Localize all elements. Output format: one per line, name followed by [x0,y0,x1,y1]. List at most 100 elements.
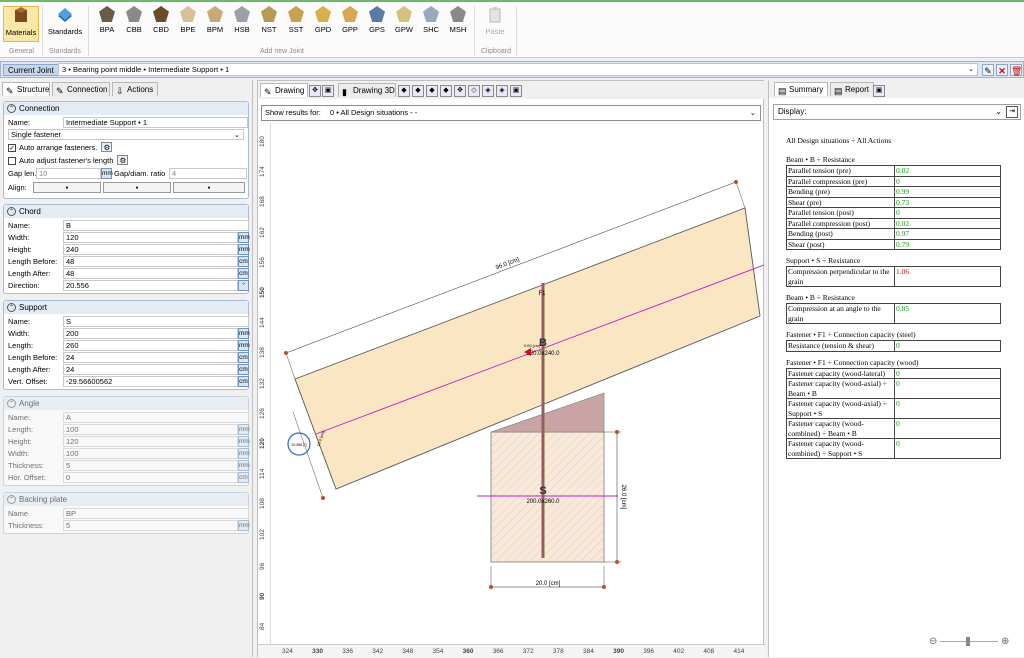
tab-drawing-3d[interactable]: ▮ Drawing 3D [338,83,396,97]
joint-button-gpp[interactable]: GPP [337,6,363,42]
joint-button-hsb[interactable]: HSB [229,6,255,42]
joint-button-gps[interactable]: GPS [364,6,390,42]
joint-button-cbb[interactable]: CBB [121,6,147,42]
angle-unit-button[interactable]: mm [238,448,250,459]
connection-name-field[interactable]: Intermediate Support • 1 [63,117,248,128]
cube-side-icon[interactable]: ◆ [426,85,438,97]
align-left-button[interactable]: ▪ [33,182,101,193]
settings-icon[interactable]: ⚙ [117,155,129,165]
support-field-input[interactable]: -29.56600562 [63,376,238,387]
collapse-icon[interactable]: ⌃ [7,104,16,113]
fit-view-icon[interactable]: ✥ [309,85,321,97]
support-field-input[interactable]: 24 [63,364,238,375]
angle-unit-button[interactable]: mm [238,436,250,447]
gap-ratio-field[interactable]: 4 [169,168,247,179]
tab-connection[interactable]: ✎ Connection [52,82,110,96]
support-unit-button[interactable]: cm [238,352,249,363]
zoom-thumb[interactable] [966,636,971,646]
save-report-icon[interactable]: ▣ [873,85,885,97]
backing-field-input[interactable]: 5 [63,520,238,531]
joint-drawing[interactable]: 96.0 [cm] 20.0 [cm] 26.0 [cm] 20.556 [°]… [272,123,764,643]
tab-actions[interactable]: ⇩ Actions [112,82,158,96]
support-field-input[interactable]: S [63,316,249,327]
align-right-button[interactable]: ▪ [173,182,245,193]
zoom-in-icon[interactable]: ⊕ [1001,636,1009,647]
zoom-out-icon[interactable]: ⊖ [929,636,937,647]
support-field-input[interactable]: 200 [63,328,238,339]
angle-unit-button[interactable]: mm [238,424,250,435]
chord-field-input[interactable]: B [63,220,249,231]
chord-unit-button[interactable]: ° [238,280,249,291]
gap-len-field[interactable]: 10 [36,168,101,179]
connection-header[interactable]: ⌃ Connection [4,102,248,115]
joint-button-bpm[interactable]: BPM [202,6,228,42]
joint-button-cbd[interactable]: CBD [148,6,174,42]
materials-button[interactable]: Materials [3,6,39,42]
close-joint-icon[interactable]: ✕ [996,64,1008,76]
chord-header[interactable]: ⌃ Chord [4,205,248,218]
chord-field-input[interactable]: 20.556 [63,280,238,291]
save-icon[interactable]: ▣ [322,85,334,97]
cube-top-icon[interactable]: ◆ [412,85,424,97]
backing-field-input[interactable]: BP [63,508,249,519]
tab-summary[interactable]: ▤ Summary [774,82,828,96]
backing-unit-button[interactable]: mm [238,520,250,531]
edit-joint-icon[interactable]: ✎ [982,64,994,76]
angle-unit-button[interactable]: cm [238,472,249,483]
chevron-down-icon[interactable]: ⌄ [968,64,974,76]
support-unit-button[interactable]: mm [238,328,250,339]
collapse-icon[interactable]: ⌃ [7,399,16,408]
move-icon[interactable]: ✥ [454,85,466,97]
chord-field-input[interactable]: 48 [63,256,238,267]
save-3d-icon[interactable]: ▣ [510,85,522,97]
chord-unit-button[interactable]: cm [238,256,249,267]
angle-unit-button[interactable]: mm [238,460,250,471]
joint-button-gpd[interactable]: GPD [310,6,336,42]
angle-header[interactable]: ⌃ Angle [4,397,248,410]
chord-field-input[interactable]: 240 [63,244,238,255]
angle-field-input[interactable]: 5 [63,460,238,471]
collapse-icon[interactable]: ⌃ [7,303,16,312]
display-select[interactable]: Display: ⌄ ⇥ [773,104,1021,120]
tab-drawing[interactable]: ✎ Drawing [260,83,308,97]
angle-field-input[interactable]: 0 [63,472,238,483]
cube-wire-icon[interactable]: ◇ [468,85,480,97]
auto-adjust-checkbox[interactable] [8,157,16,166]
show-results-select[interactable]: Show results for: 0 • All Design situati… [261,105,761,121]
angle-field-input[interactable]: A [63,412,249,423]
auto-arrange-checkbox[interactable]: ✓ [8,144,16,153]
joint-button-msh[interactable]: MSH [445,6,471,42]
support-header[interactable]: ⌃ Support [4,301,248,314]
zoom-track[interactable] [940,636,999,646]
tab-report[interactable]: ▤ Report [830,82,874,96]
support-unit-button[interactable]: cm [238,376,249,387]
collapse-icon[interactable]: ⌃ [7,495,16,504]
current-joint-select[interactable]: 3 • Bearing point middle • Intermediate … [58,63,978,76]
joint-button-bpe[interactable]: BPE [175,6,201,42]
joint-button-bpa[interactable]: BPA [94,6,120,42]
fastener-mode-select[interactable]: Single fastener ⌄ [8,129,244,140]
joint-button-gpw[interactable]: GPW [391,6,417,42]
joint-button-shc[interactable]: SHC [418,6,444,42]
cube-shade-icon[interactable]: ◈ [496,85,508,97]
tab-structure[interactable]: ✎ Structure [2,82,50,96]
chord-field-input[interactable]: 48 [63,268,238,279]
joint-button-nst[interactable]: NST [256,6,282,42]
chord-unit-button[interactable]: cm [238,268,249,279]
angle-field-input[interactable]: 100 [63,448,238,459]
export-icon[interactable]: ⇥ [1006,106,1018,118]
backing-plate-header[interactable]: ⌃ Backing plate [4,493,248,506]
delete-joint-icon[interactable]: 🗑 [1010,64,1022,76]
chord-unit-button[interactable]: mm [238,244,250,255]
settings-icon[interactable]: ⚙ [101,142,113,152]
chord-unit-button[interactable]: mm [238,232,250,243]
joint-button-sst[interactable]: SST [283,6,309,42]
collapse-icon[interactable]: ⌃ [7,207,16,216]
support-field-input[interactable]: 260 [63,340,238,351]
angle-field-input[interactable]: 120 [63,436,238,447]
support-unit-button[interactable]: cm [238,364,249,375]
standards-button[interactable]: Standards [46,6,84,42]
angle-field-input[interactable]: 100 [63,424,238,435]
cube-iso-icon[interactable]: ◆ [440,85,452,97]
align-center-button[interactable]: ▪ [103,182,171,193]
